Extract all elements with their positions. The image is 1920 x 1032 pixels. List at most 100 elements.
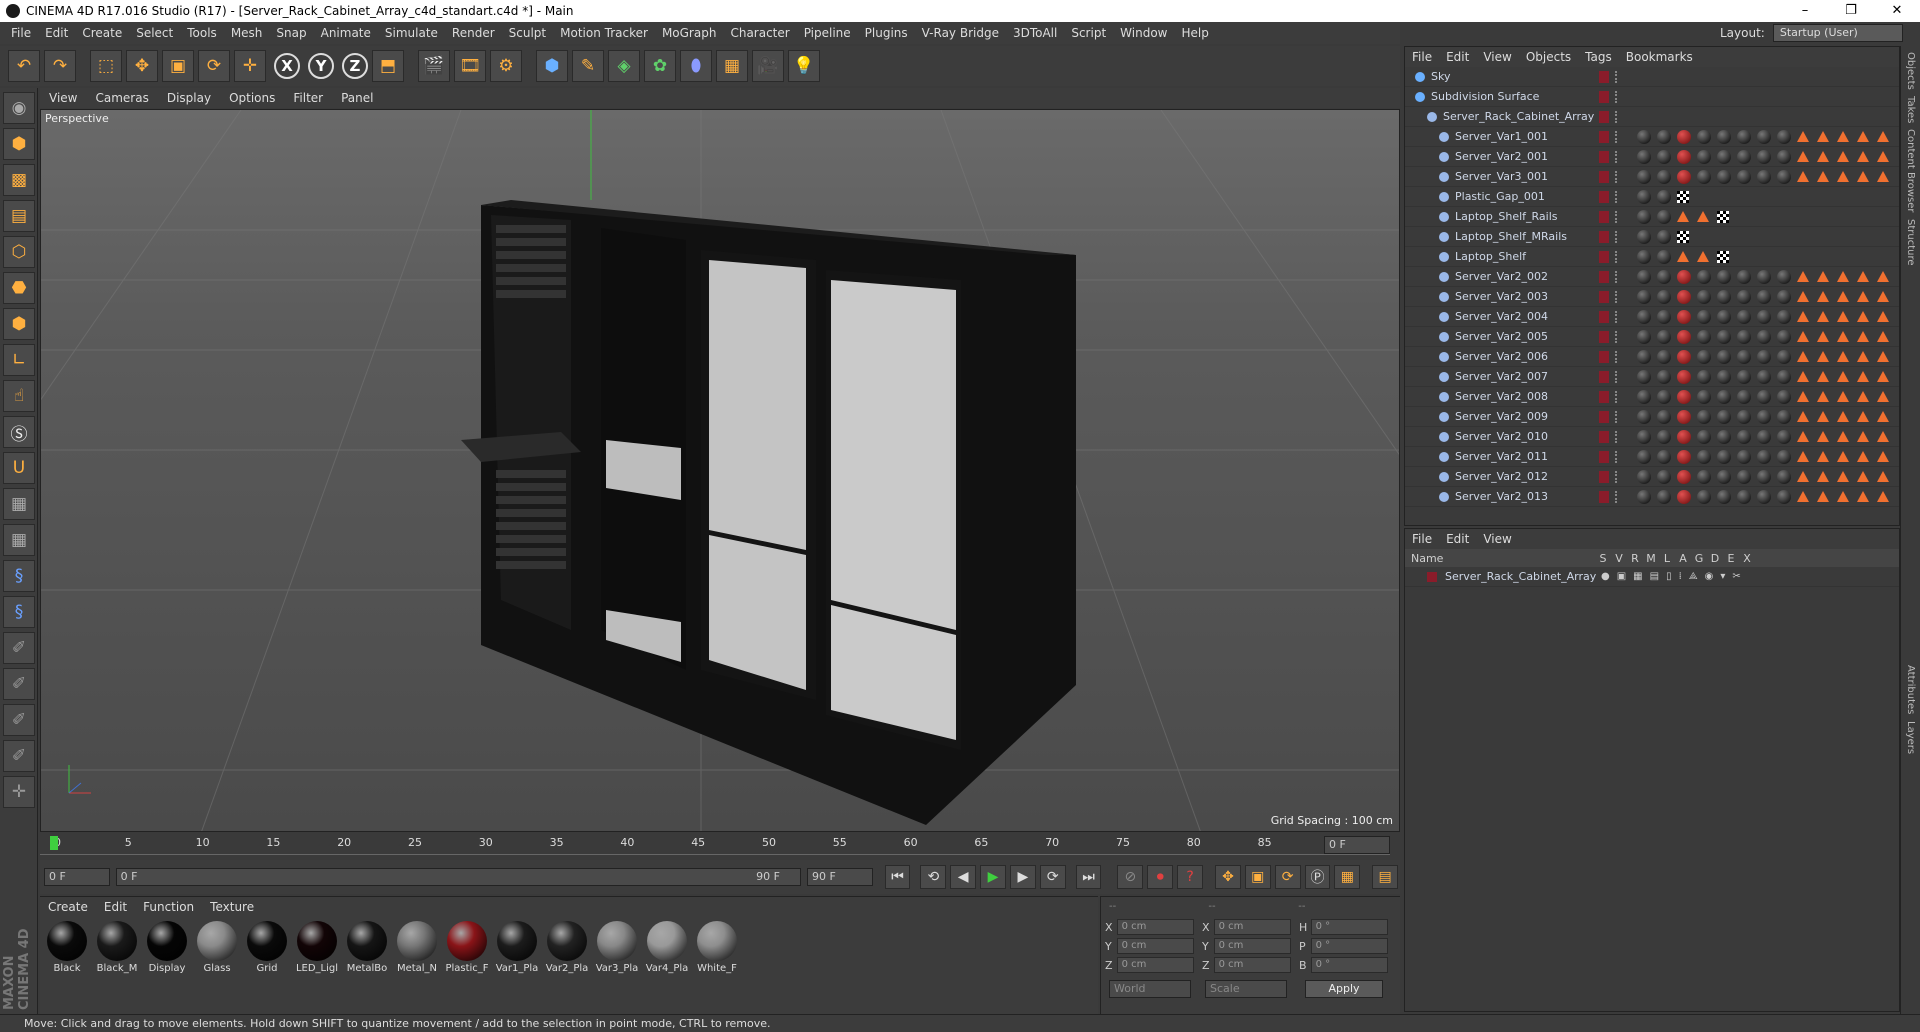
texture-tag-icon[interactable] <box>1837 411 1849 422</box>
menu-3dtoall[interactable]: 3DToAll <box>1013 26 1057 40</box>
coord-position-field[interactable]: 0 cm <box>1116 957 1194 973</box>
menu-script[interactable]: Script <box>1071 26 1106 40</box>
texture-tag-icon[interactable] <box>1837 271 1849 282</box>
texture-tag-icon[interactable] <box>1837 371 1849 382</box>
layer-color-swatch[interactable] <box>1599 490 1609 503</box>
texture-tag-icon[interactable] <box>1857 351 1869 362</box>
material-tag-icon[interactable] <box>1677 129 1691 144</box>
playhead-marker[interactable] <box>50 836 58 850</box>
axis-mode-icon[interactable]: ∟ <box>3 344 35 376</box>
side-tab-attributes[interactable]: Attributes <box>1905 665 1916 714</box>
material-tag-icon[interactable] <box>1657 409 1671 424</box>
material-tag-icon[interactable] <box>1637 369 1651 384</box>
texture-tag-icon[interactable] <box>1877 451 1889 462</box>
menu-sculpt[interactable]: Sculpt <box>509 26 546 40</box>
visibility-dots-icon[interactable] <box>1615 290 1619 303</box>
texture-tag-icon[interactable] <box>1797 291 1809 302</box>
material-tag-icon[interactable] <box>1737 429 1751 444</box>
menu-animate[interactable]: Animate <box>321 26 371 40</box>
material-tag-icon[interactable] <box>1717 489 1731 504</box>
go-to-previous-key-icon[interactable]: ⟲ <box>920 865 947 889</box>
object-row[interactable]: Server_Rack_Cabinet_Array <box>1405 107 1899 127</box>
layer-color-swatch[interactable] <box>1599 470 1609 483</box>
play-icon[interactable]: ▶ <box>980 865 1006 889</box>
layer-color-swatch[interactable] <box>1599 390 1609 403</box>
material-tag-icon[interactable] <box>1657 309 1671 324</box>
layer-color-swatch[interactable] <box>1599 430 1609 443</box>
material-tag-icon[interactable] <box>1637 149 1651 164</box>
visibility-dots-icon[interactable] <box>1615 330 1619 343</box>
material-tag-icon[interactable] <box>1717 369 1731 384</box>
material-swatch[interactable]: Var2_Pla <box>544 921 590 974</box>
material-menu-edit[interactable]: Edit <box>104 900 127 914</box>
material-tag-icon[interactable] <box>1637 249 1651 264</box>
texture-tag-icon[interactable] <box>1797 371 1809 382</box>
material-tag-icon[interactable] <box>1737 169 1751 184</box>
material-tag-icon[interactable] <box>1697 289 1711 304</box>
checker-tag-icon[interactable] <box>1717 250 1729 263</box>
layer-color-swatch[interactable] <box>1599 310 1609 323</box>
material-swatch[interactable]: LED_Ligl <box>294 921 340 974</box>
material-tag-icon[interactable] <box>1637 289 1651 304</box>
texture-tag-icon[interactable] <box>1817 171 1829 182</box>
layer-color-swatch[interactable] <box>1599 170 1609 183</box>
snap-icon[interactable]: Ⓢ <box>3 416 35 448</box>
texture-tag-icon[interactable] <box>1837 311 1849 322</box>
texture-tag-icon[interactable] <box>1797 331 1809 342</box>
object-row[interactable]: Subdivision Surface <box>1405 87 1899 107</box>
last-tool-icon[interactable]: ✛ <box>234 50 266 82</box>
object-row[interactable]: Server_Var2_010 <box>1405 427 1899 447</box>
texture-tag-icon[interactable] <box>1857 491 1869 502</box>
texture-tag-icon[interactable] <box>1857 411 1869 422</box>
material-swatch[interactable]: Plastic_F <box>444 921 490 974</box>
texture-tag-icon[interactable] <box>1797 471 1809 482</box>
checker-tag-icon[interactable] <box>1717 210 1729 223</box>
coord-size-field[interactable]: 0 cm <box>1213 957 1291 973</box>
menu-plugins[interactable]: Plugins <box>865 26 908 40</box>
material-tag-icon[interactable] <box>1757 489 1771 504</box>
texture-tag-icon[interactable] <box>1837 331 1849 342</box>
visibility-dots-icon[interactable] <box>1615 170 1619 183</box>
texture-tag-icon[interactable] <box>1677 211 1689 222</box>
object-row[interactable]: Plastic_Gap_001 <box>1405 187 1899 207</box>
menu-character[interactable]: Character <box>730 26 789 40</box>
object-row[interactable]: Server_Var2_006 <box>1405 347 1899 367</box>
visibility-dots-icon[interactable] <box>1615 130 1619 143</box>
autokey-icon[interactable]: ? <box>1177 865 1204 889</box>
end-frame-field[interactable]: 90 F <box>806 868 873 886</box>
material-tag-icon[interactable] <box>1737 469 1751 484</box>
texture-tag-icon[interactable] <box>1797 131 1809 142</box>
menu-mograph[interactable]: MoGraph <box>662 26 717 40</box>
material-tag-icon[interactable] <box>1737 149 1751 164</box>
go-to-start-icon[interactable]: ⏮ <box>884 865 911 889</box>
material-tag-icon[interactable] <box>1637 449 1651 464</box>
material-menu-create[interactable]: Create <box>48 900 88 914</box>
side-tab-structure[interactable]: Structure <box>1905 219 1916 266</box>
step-back-icon[interactable]: ◀ <box>950 865 977 889</box>
material-tag-icon[interactable] <box>1777 169 1791 184</box>
coord-size-field[interactable]: 0 cm <box>1213 919 1291 935</box>
z-axis-lock-button[interactable]: Z <box>342 53 368 79</box>
material-tag-icon[interactable] <box>1697 369 1711 384</box>
material-tag-icon[interactable] <box>1777 349 1791 364</box>
material-tag-icon[interactable] <box>1717 309 1731 324</box>
visibility-dots-icon[interactable] <box>1615 210 1619 223</box>
brush-tool-icon[interactable]: ✐ <box>3 632 35 664</box>
texture-tag-icon[interactable] <box>1817 471 1829 482</box>
texture-tag-icon[interactable] <box>1677 251 1689 262</box>
object-row[interactable]: Server_Var2_003 <box>1405 287 1899 307</box>
material-swatch[interactable]: White_F <box>694 921 740 974</box>
object-row[interactable]: Server_Var2_004 <box>1405 307 1899 327</box>
menu-window[interactable]: Window <box>1120 26 1167 40</box>
side-tab-takes[interactable]: Takes <box>1905 96 1916 123</box>
texture-tag-icon[interactable] <box>1817 291 1829 302</box>
material-tag-icon[interactable] <box>1777 389 1791 404</box>
texture-tag-icon[interactable] <box>1817 411 1829 422</box>
material-tag-icon[interactable] <box>1757 309 1771 324</box>
material-tag-icon[interactable] <box>1657 329 1671 344</box>
texture-tag-icon[interactable] <box>1857 311 1869 322</box>
redo-icon[interactable]: ↷ <box>44 50 76 82</box>
visibility-dots-icon[interactable] <box>1615 490 1619 503</box>
object-row[interactable]: Server_Var2_002 <box>1405 267 1899 287</box>
visibility-dots-icon[interactable] <box>1615 110 1619 123</box>
